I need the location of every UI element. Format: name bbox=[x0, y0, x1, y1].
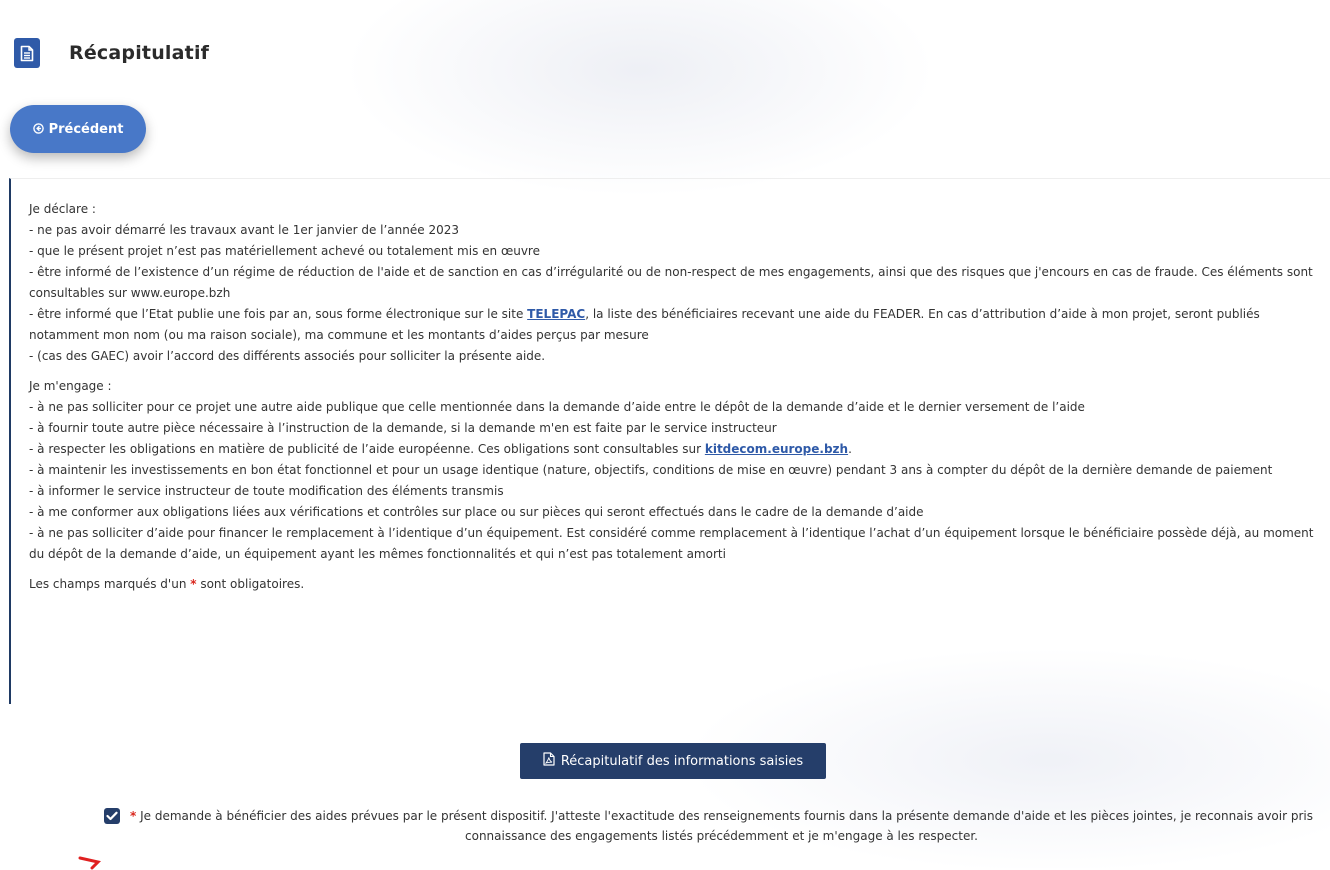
declaration-item: - que le présent projet n’est pas matéri… bbox=[29, 244, 540, 258]
page-title: Récapitulatif bbox=[69, 42, 210, 64]
engagement-item: - à maintenir les investissements en bon… bbox=[29, 463, 1273, 477]
engagement-item-kitdecom: - à respecter les obligations en matière… bbox=[29, 439, 1316, 460]
engagement-item: - à informer le service instructeur de t… bbox=[29, 484, 504, 498]
kitdecom-link[interactable]: kitdecom.europe.bzh bbox=[705, 442, 848, 456]
consent-text: * Je demande à bénéficier des aides prév… bbox=[129, 806, 1314, 846]
declaration-item: - ne pas avoir démarré les travaux avant… bbox=[29, 223, 459, 237]
telepac-text-before: - être informé que l’Etat publie une foi… bbox=[29, 307, 528, 321]
telepac-link[interactable]: TELEPAC bbox=[527, 307, 585, 321]
consent-row: * Je demande à bénéficier des aides prév… bbox=[104, 806, 1314, 846]
summary-button-label: Récapitulatif des informations saisies bbox=[560, 753, 804, 769]
summary-pdf-button[interactable]: Récapitulatif des informations saisies bbox=[520, 743, 826, 779]
declaration-heading: Je déclare : bbox=[29, 202, 96, 216]
engagement-item: - à me conformer aux obligations liées a… bbox=[29, 505, 924, 519]
kitdecom-text-before: - à respecter les obligations en matière… bbox=[29, 442, 705, 456]
arrow-left-circle-icon bbox=[32, 122, 44, 136]
document-icon bbox=[14, 38, 40, 68]
consent-label: Je demande à bénéficier des aides prévue… bbox=[136, 809, 1313, 843]
declaration-section: Je déclare : - ne pas avoir démarré les … bbox=[29, 199, 1316, 367]
previous-button-label: Précédent bbox=[48, 121, 124, 137]
engagement-section: Je m'engage : - à ne pas solliciter pour… bbox=[29, 376, 1316, 565]
page-header: Récapitulatif bbox=[14, 36, 209, 70]
engagement-heading: Je m'engage : bbox=[29, 379, 112, 393]
previous-button[interactable]: Précédent bbox=[10, 105, 146, 153]
declaration-panel: Je déclare : - ne pas avoir démarré les … bbox=[9, 178, 1330, 704]
engagement-item: - à fournir toute autre pièce nécessaire… bbox=[29, 421, 777, 435]
consent-checkbox[interactable] bbox=[104, 808, 120, 824]
check-icon bbox=[106, 811, 118, 821]
engagement-item: - à ne pas solliciter d’aide pour financ… bbox=[29, 526, 1314, 561]
declaration-item: - être informé de l’existence d’un régim… bbox=[29, 265, 1313, 300]
pdf-file-icon bbox=[543, 752, 555, 770]
engagement-item: - à ne pas solliciter pour ce projet une… bbox=[29, 400, 1085, 414]
required-fields-note: Les champs marqués d'un * sont obligatoi… bbox=[29, 577, 305, 591]
declaration-item-telepac: - être informé que l’Etat publie une foi… bbox=[29, 304, 1316, 346]
declaration-item: - (cas des GAEC) avoir l’accord des diff… bbox=[29, 349, 546, 363]
kitdecom-text-after: . bbox=[848, 442, 852, 456]
